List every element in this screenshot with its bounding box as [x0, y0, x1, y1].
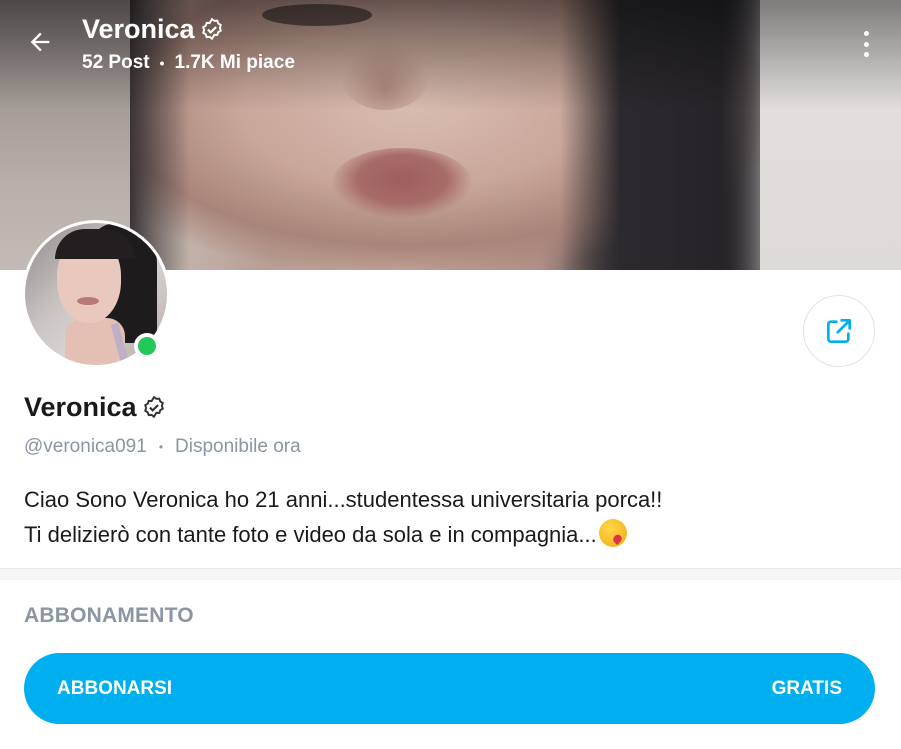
avatar-lips: [77, 297, 99, 305]
more-options-button[interactable]: [852, 28, 880, 60]
profile-handle: @veronica091: [24, 436, 147, 457]
availability-status: Disponibile ora: [175, 436, 301, 457]
kiss-emoji-icon: [598, 519, 627, 547]
more-vertical-icon-dot: [863, 52, 869, 57]
subscribe-price-label: GRATIS: [771, 677, 842, 699]
header-name: Veronica: [82, 14, 195, 44]
bio-line-1: Ciao Sono Veronica ho 21 anni...studente…: [24, 487, 663, 512]
share-button[interactable]: [803, 295, 875, 367]
profile-name-text: Veronica: [24, 392, 137, 422]
top-bar: Veronica 52 Post • 1.7K Mi piace: [0, 0, 901, 90]
cover-lips: [332, 148, 472, 218]
handle-row: @veronica091 • Disponibile ora: [24, 436, 301, 458]
online-status-indicator: [134, 333, 160, 359]
posts-count: 52 Post: [82, 52, 150, 73]
more-vertical-icon-dot: [863, 31, 869, 36]
verified-badge-icon: [199, 17, 225, 43]
back-button[interactable]: [22, 24, 58, 60]
header-stats: 52 Post • 1.7K Mi piace: [82, 52, 295, 74]
header-title: Veronica: [82, 14, 225, 45]
stats-separator: •: [159, 55, 165, 71]
section-divider: [0, 568, 901, 580]
more-vertical-icon-dot: [863, 41, 869, 47]
verified-badge-icon: [141, 395, 167, 421]
bio-line-2: Ti delizierò con tante foto e video da s…: [24, 517, 884, 552]
arrow-left-icon: [30, 32, 50, 52]
profile-bio: Ciao Sono Veronica ho 21 anni...studente…: [24, 482, 884, 552]
handle-separator: •: [158, 440, 164, 454]
subscribe-button[interactable]: ABBONARSI GRATIS: [24, 653, 875, 724]
subscription-section-title: ABBONAMENTO: [24, 604, 194, 627]
subscribe-button-label: ABBONARSI: [57, 677, 173, 699]
share-icon: [827, 319, 851, 343]
profile-name: Veronica: [24, 392, 167, 423]
bio-line-2-text: Ti delizierò con tante foto e video da s…: [24, 522, 597, 547]
likes-count: 1.7K Mi piace: [174, 52, 295, 73]
